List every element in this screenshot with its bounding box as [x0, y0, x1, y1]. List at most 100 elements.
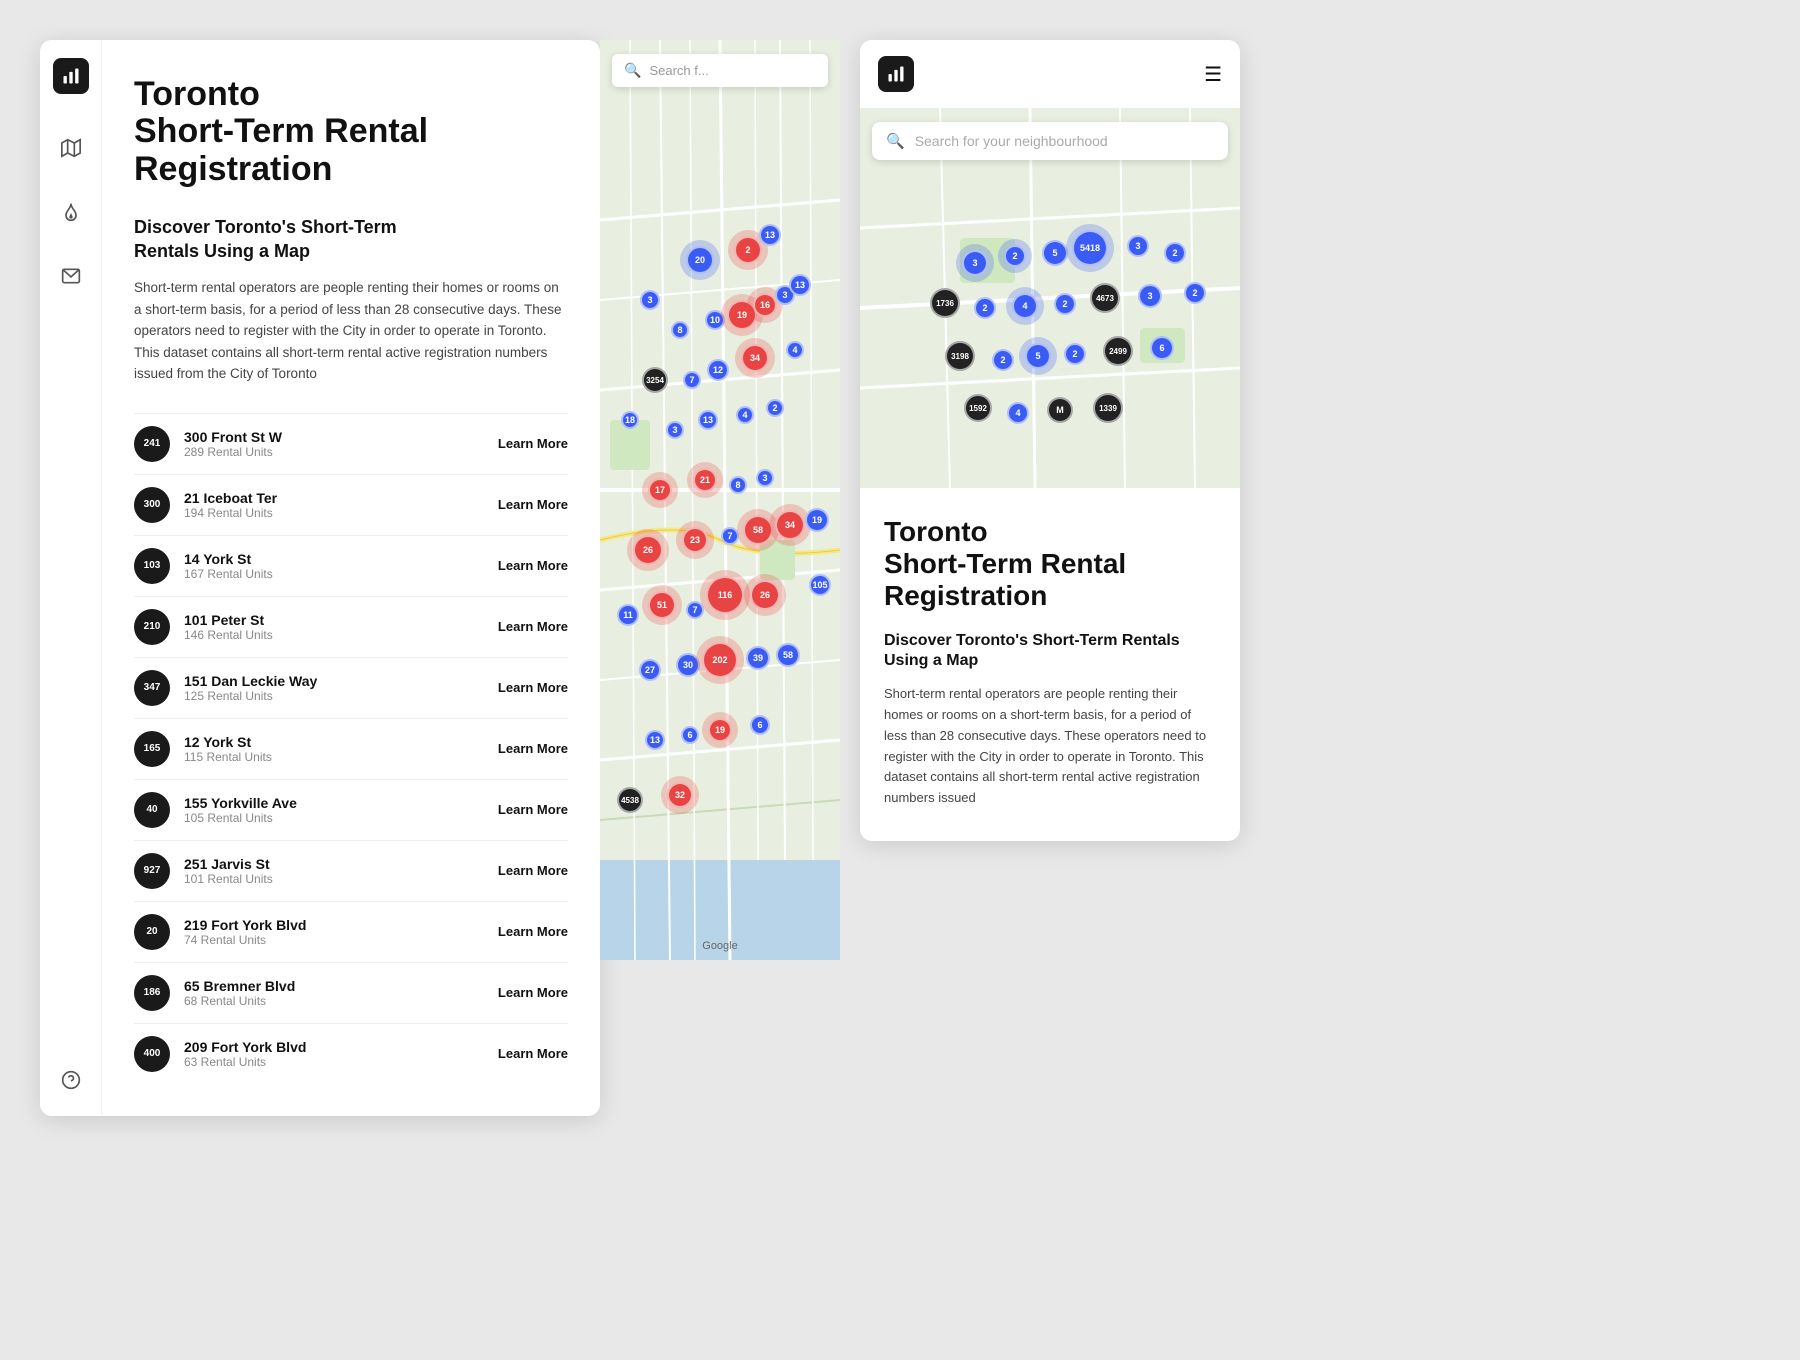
learn-more-link[interactable]: Learn More: [498, 558, 568, 573]
mobile-map-dot[interactable]: 2: [1054, 293, 1076, 315]
map-dot[interactable]: 6: [681, 726, 699, 744]
map-dot[interactable]: 26: [633, 535, 663, 565]
mobile-map-dot[interactable]: 5: [1042, 240, 1068, 266]
map-dot[interactable]: 17: [648, 478, 672, 502]
map-dot[interactable]: 11: [617, 604, 639, 626]
map-dot[interactable]: 19: [708, 718, 732, 742]
mobile-map-dot[interactable]: 3: [1127, 235, 1149, 257]
mobile-map-dot[interactable]: 1592: [964, 394, 992, 422]
mobile-map-dot[interactable]: 5: [1025, 343, 1051, 369]
map-dot[interactable]: 13: [789, 274, 811, 296]
sidebar-item-fire[interactable]: [53, 194, 89, 230]
map-dot[interactable]: 10: [705, 310, 725, 330]
map-dot[interactable]: 12: [707, 359, 729, 381]
mobile-map-dot[interactable]: 2: [992, 349, 1014, 371]
listing-badge: 400: [134, 1036, 170, 1072]
learn-more-link[interactable]: Learn More: [498, 863, 568, 878]
map-container: 🔍 Search f... 20 2 13 3 8 10 19 16 3 13 …: [600, 40, 840, 960]
map-dot[interactable]: 39: [746, 646, 770, 670]
map-dot[interactable]: 4538: [617, 787, 643, 813]
mobile-map-dot[interactable]: 4673: [1090, 283, 1120, 313]
mobile-map-dot[interactable]: 3: [1138, 284, 1162, 308]
sidebar-item-help[interactable]: [53, 1062, 89, 1098]
map-dot[interactable]: 30: [676, 653, 700, 677]
mobile-map-dot[interactable]: 2: [974, 297, 996, 319]
map-dot[interactable]: 7: [721, 527, 739, 545]
map-dot[interactable]: 26: [750, 580, 780, 610]
mobile-map-dot[interactable]: 2499: [1103, 336, 1133, 366]
mobile-map-dot[interactable]: 4: [1012, 293, 1038, 319]
mobile-map-dot[interactable]: 5418: [1072, 230, 1108, 266]
mobile-map-dot[interactable]: 2: [1004, 245, 1026, 267]
listing-badge: 927: [134, 853, 170, 889]
mobile-map-dot[interactable]: 3198: [945, 341, 975, 371]
hamburger-menu[interactable]: ☰: [1204, 62, 1222, 87]
listing-name: 155 Yorkville Ave: [184, 795, 498, 811]
map-dot[interactable]: 34: [775, 510, 805, 540]
listing-info: 151 Dan Leckie Way 125 Rental Units: [184, 673, 498, 703]
map-dot[interactable]: 2: [766, 399, 784, 417]
mobile-map-dot[interactable]: 2: [1184, 282, 1206, 304]
learn-more-link[interactable]: Learn More: [498, 619, 568, 634]
mobile-map-search[interactable]: 🔍 Search for your neighbourhood: [872, 122, 1228, 160]
bar-chart-icon: [61, 66, 81, 86]
map-dot[interactable]: 8: [671, 321, 689, 339]
sidebar-item-map[interactable]: [53, 130, 89, 166]
map-dot[interactable]: 105: [809, 574, 831, 596]
mobile-map-dot[interactable]: 2: [1164, 242, 1186, 264]
map-dot[interactable]: 116: [706, 576, 744, 614]
map-dot[interactable]: 16: [753, 293, 777, 317]
map-dot[interactable]: 3: [756, 469, 774, 487]
map-dot[interactable]: 13: [698, 410, 718, 430]
map-dot[interactable]: 32: [667, 782, 693, 808]
map-dot[interactable]: 13: [759, 224, 781, 246]
map-dot[interactable]: 19: [805, 508, 829, 532]
map-dot[interactable]: 2: [734, 236, 762, 264]
map-dot[interactable]: 34: [741, 344, 769, 372]
mobile-map-section: 🔍 Search for your neighbourhood 3 2 5 54…: [860, 108, 1240, 488]
mobile-map-dot[interactable]: 4: [1007, 402, 1029, 424]
sidebar-logo[interactable]: [53, 58, 89, 94]
map-dot[interactable]: 4: [786, 341, 804, 359]
sidebar-item-mail[interactable]: [53, 258, 89, 294]
mobile-map-dot[interactable]: 2: [1064, 343, 1086, 365]
listing-units: 125 Rental Units: [184, 689, 498, 703]
learn-more-link[interactable]: Learn More: [498, 741, 568, 756]
mobile-map-dot[interactable]: M: [1047, 397, 1073, 423]
learn-more-link[interactable]: Learn More: [498, 985, 568, 1000]
listing-info: 101 Peter St 146 Rental Units: [184, 612, 498, 642]
list-item: 400 209 Fort York Blvd 63 Rental Units L…: [134, 1023, 568, 1084]
map-dot[interactable]: 6: [750, 715, 770, 735]
mobile-map-dot[interactable]: 1736: [930, 288, 960, 318]
map-dot[interactable]: 7: [686, 601, 704, 619]
learn-more-link[interactable]: Learn More: [498, 1046, 568, 1061]
learn-more-link[interactable]: Learn More: [498, 497, 568, 512]
map-dot[interactable]: 51: [648, 591, 676, 619]
mobile-content: TorontoShort-Term RentalRegistration Dis…: [860, 488, 1240, 841]
map-dot[interactable]: 58: [743, 515, 773, 545]
learn-more-link[interactable]: Learn More: [498, 436, 568, 451]
learn-more-link[interactable]: Learn More: [498, 802, 568, 817]
map-dot[interactable]: 58: [776, 643, 800, 667]
map-dot[interactable]: 18: [621, 411, 639, 429]
map-dot[interactable]: 202: [702, 642, 738, 678]
learn-more-link[interactable]: Learn More: [498, 680, 568, 695]
map-dot[interactable]: 27: [639, 659, 661, 681]
map-dot[interactable]: 4: [736, 406, 754, 424]
mobile-map-dot[interactable]: 3: [962, 250, 988, 276]
mobile-map-dot[interactable]: 6: [1150, 336, 1174, 360]
mobile-logo[interactable]: [878, 56, 914, 92]
map-dot[interactable]: 20: [686, 246, 714, 274]
map-dot[interactable]: 13: [645, 730, 665, 750]
map-dot[interactable]: 23: [682, 527, 708, 553]
map-dot[interactable]: 3: [666, 421, 684, 439]
mobile-map-dot[interactable]: 1339: [1093, 393, 1123, 423]
map-dot[interactable]: 3: [640, 290, 660, 310]
map-dot[interactable]: 21: [693, 468, 717, 492]
map-dot[interactable]: 8: [729, 476, 747, 494]
map-search-bar[interactable]: 🔍 Search f...: [612, 54, 828, 87]
map-dot[interactable]: 7: [683, 371, 701, 389]
listing-units: 289 Rental Units: [184, 445, 498, 459]
learn-more-link[interactable]: Learn More: [498, 924, 568, 939]
map-dot[interactable]: 3254: [642, 367, 668, 393]
